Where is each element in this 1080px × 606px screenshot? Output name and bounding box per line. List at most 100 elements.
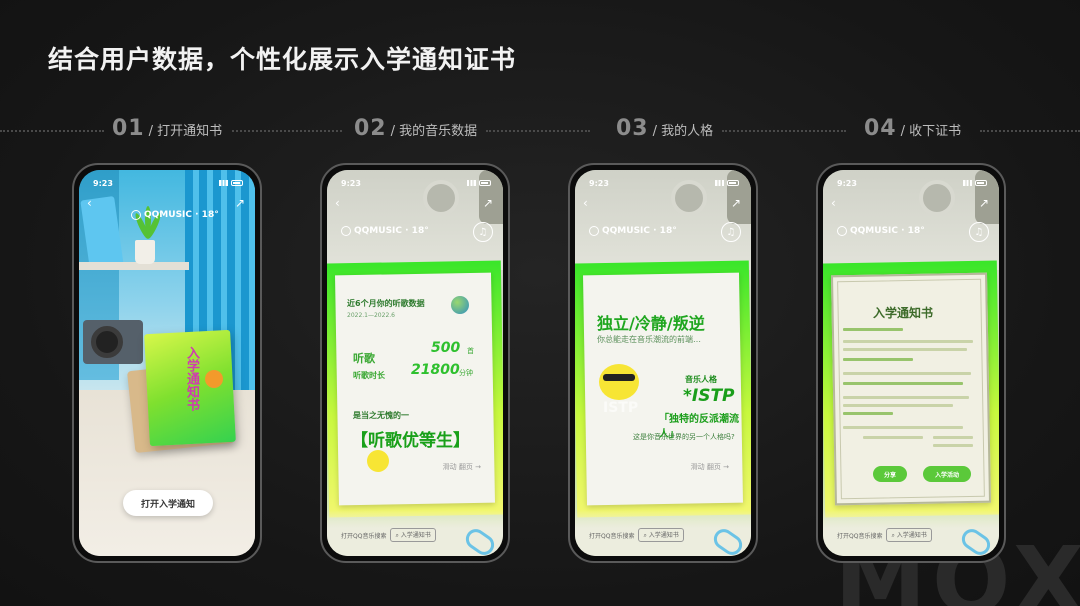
text-line <box>843 426 963 429</box>
songs-value: 500 <box>431 340 461 356</box>
duration-value: 21800 <box>411 362 460 378</box>
step-4: 04 / 收下证书 <box>864 116 961 141</box>
smiley-icon <box>367 450 389 472</box>
back-icon[interactable]: ‹ <box>87 196 92 210</box>
music-note-icon[interactable]: ♫ <box>969 222 989 242</box>
footer: 打开QQ音乐搜索 ⌕ 入学通知书 <box>341 528 436 542</box>
back-icon[interactable]: ‹ <box>583 196 588 210</box>
status-icons <box>467 180 491 186</box>
status-time: 9:23 <box>93 178 113 188</box>
qqmusic-logo-icon <box>131 210 141 220</box>
globe-icon <box>451 296 469 314</box>
search-chip[interactable]: ⌕ 入学通知书 <box>390 528 436 542</box>
text-line <box>843 340 973 343</box>
status-time: 9:23 <box>837 178 857 188</box>
step-1: 01 / 打开通知书 <box>112 116 222 141</box>
brand-logo: QQMUSIC · 18° <box>341 226 429 236</box>
step-divider <box>722 130 846 132</box>
duration-label: 听歌时长 <box>353 371 385 380</box>
share-button[interactable]: 分享 <box>873 466 907 482</box>
data-period: 2022.1—2022.6 <box>347 312 395 319</box>
step-3: 03 / 我的人格 <box>616 116 713 141</box>
share-icon[interactable]: ↗ <box>235 196 245 210</box>
step-label: / 我的人格 <box>652 124 714 139</box>
search-chip-label: 入学通知书 <box>400 532 431 539</box>
notice-book-title: 入学通知书 <box>184 346 199 411</box>
personality-sub: 你总能走在音乐潮流的前端… <box>597 335 701 344</box>
seal-icon <box>205 370 223 388</box>
step-label: / 打开通知书 <box>148 124 223 139</box>
signal-icon <box>715 180 724 186</box>
text-line <box>863 436 923 439</box>
status-time: 9:23 <box>341 178 361 188</box>
status-time: 9:23 <box>589 178 609 188</box>
phone-personality: 独立/冷静/叛逆 你总能走在音乐潮流的前端… ISTP 音乐人格 *ISTP 「… <box>568 163 758 563</box>
personality-question: 这是你音乐世界的另一个人格吗? <box>633 433 735 441</box>
text-line <box>843 358 913 361</box>
text-line <box>843 372 971 375</box>
back-icon[interactable]: ‹ <box>335 196 340 210</box>
scene-shelf <box>79 262 189 270</box>
status-bar: 9:23 <box>823 176 999 190</box>
search-chip-label: 入学通知书 <box>896 532 927 539</box>
battery-icon <box>479 180 491 186</box>
footer-text: 打开QQ音乐搜索 <box>589 532 635 540</box>
footer-text: 打开QQ音乐搜索 <box>837 532 883 540</box>
text-line <box>843 396 969 399</box>
phone-screen: 入学通知书 分享 入学活动 打开QQ音乐搜索 ⌕ 入学通知书 9:23 ‹ ↗ <box>823 170 999 556</box>
step-divider <box>232 130 342 132</box>
nav-bar: ‹ ↗ <box>335 196 493 210</box>
footer: 打开QQ音乐搜索 ⌕ 入学通知书 <box>589 528 684 542</box>
text-line <box>843 382 963 385</box>
status-icons <box>715 180 739 186</box>
footer-text: 打开QQ音乐搜索 <box>341 532 387 540</box>
qqmusic-logo-icon <box>589 226 599 236</box>
phone-certificate: 入学通知书 分享 入学活动 打开QQ音乐搜索 ⌕ 入学通知书 9:23 ‹ ↗ <box>816 163 1006 563</box>
nav-bar: ‹ ↗ <box>583 196 741 210</box>
share-icon[interactable]: ↗ <box>979 196 989 210</box>
music-note-icon[interactable]: ♫ <box>721 222 741 242</box>
data-header: 近6个月你的听歌数据 <box>347 299 425 308</box>
songs-label: 听歌 <box>353 352 375 365</box>
search-chip[interactable]: ⌕ 入学通知书 <box>886 528 932 542</box>
share-icon[interactable]: ↗ <box>483 196 493 210</box>
step-2: 02 / 我的音乐数据 <box>354 116 477 141</box>
battery-icon <box>231 180 243 186</box>
duration-unit: 分钟 <box>459 369 473 377</box>
search-chip[interactable]: ⌕ 入学通知书 <box>638 528 684 542</box>
nav-bar: ‹ ↗ <box>831 196 989 210</box>
swipe-hint[interactable]: 滑动 翻页 → <box>443 462 481 472</box>
text-line <box>843 348 967 351</box>
swipe-hint[interactable]: 滑动 翻页 → <box>691 462 729 472</box>
step-label: / 收下证书 <box>900 124 962 139</box>
brand-text: QQMUSIC · 18° <box>354 226 429 236</box>
back-icon[interactable]: ‹ <box>831 196 836 210</box>
step-number: 03 <box>616 116 649 141</box>
plant-pot <box>135 240 155 264</box>
text-line <box>933 436 973 439</box>
faint-type: ISTP <box>603 400 639 416</box>
signal-icon <box>219 180 228 186</box>
share-icon[interactable]: ↗ <box>731 196 741 210</box>
text-line <box>933 444 973 447</box>
phone-screen: 入学通知书 9:23 ‹ ↗ QQMUSIC · 18° 打开入学通知 <box>79 170 255 556</box>
brand-logo: QQMUSIC · 18° <box>589 226 677 236</box>
status-bar: 9:23 <box>327 176 503 190</box>
text-line <box>843 412 893 415</box>
phone-open-notice: 入学通知书 9:23 ‹ ↗ QQMUSIC · 18° 打开入学通知 <box>72 163 262 563</box>
songs-unit: 首 <box>467 347 474 355</box>
music-note-icon[interactable]: ♫ <box>473 222 493 242</box>
step-row: 01 / 打开通知书 02 / 我的音乐数据 03 / 我的人格 04 / 收下… <box>0 116 1080 146</box>
signal-icon <box>467 180 476 186</box>
activity-button[interactable]: 入学活动 <box>923 466 971 482</box>
phone-screen: 独立/冷静/叛逆 你总能走在音乐潮流的前端… ISTP 音乐人格 *ISTP 「… <box>575 170 751 556</box>
phone-music-data: 近6个月你的听歌数据 2022.1—2022.6 听歌 500 首 听歌时长 2… <box>320 163 510 563</box>
status-bar: 9:23 <box>575 176 751 190</box>
brand-logo: QQMUSIC · 18° <box>131 210 219 220</box>
text-line <box>843 328 903 331</box>
step-number: 01 <box>112 116 145 141</box>
text-line <box>843 404 953 407</box>
step-divider <box>0 130 104 132</box>
signal-icon <box>963 180 972 186</box>
open-notice-button[interactable]: 打开入学通知 <box>123 490 213 516</box>
